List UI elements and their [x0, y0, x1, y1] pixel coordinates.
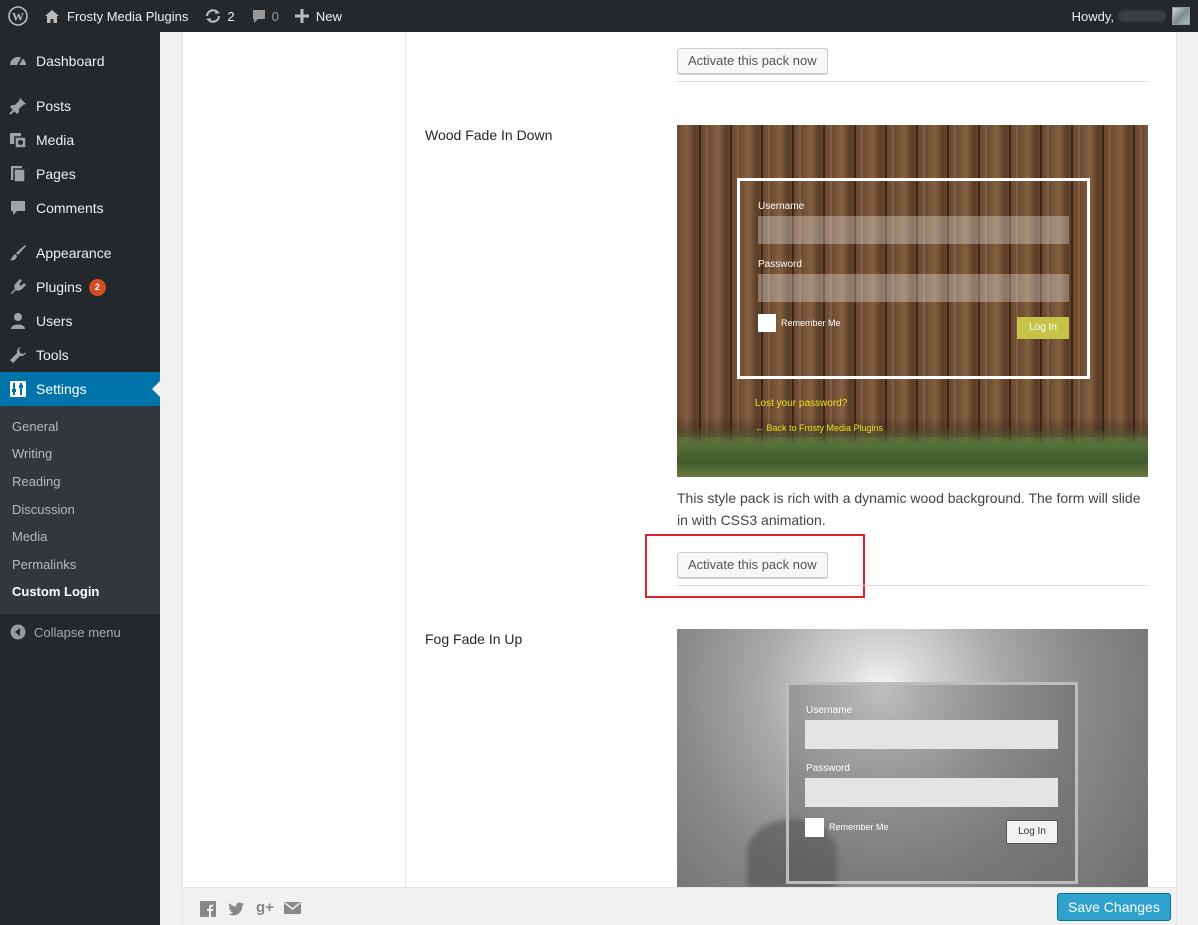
preview-lost-password-link: Lost your password? — [755, 398, 848, 409]
media-icon — [0, 131, 36, 149]
activate-previous-pack-button[interactable]: Activate this pack now — [677, 48, 828, 74]
menu-item-posts[interactable]: Posts — [0, 89, 160, 123]
preview-password-label: Password — [758, 259, 802, 270]
admin-bar: W Frosty Media Plugins 2 0 New Howdy, — [0, 0, 1198, 32]
submenu-custom-login[interactable]: Custom Login — [12, 582, 99, 602]
new-content-link[interactable]: New — [287, 0, 350, 32]
preview-remember-label: Remember Me — [829, 822, 889, 832]
menu-label: Settings — [36, 381, 87, 397]
wordpress-logo-icon[interactable]: W — [0, 0, 36, 32]
updates-link[interactable]: 2 — [196, 0, 242, 32]
avatar[interactable] — [1172, 7, 1190, 25]
preview-username-field — [758, 216, 1069, 244]
preview-password-label: Password — [806, 763, 850, 774]
divider — [677, 81, 1148, 82]
menu-item-appearance[interactable]: Appearance — [0, 236, 160, 270]
menu-item-plugins[interactable]: Plugins 2 — [0, 270, 160, 304]
menu-item-settings[interactable]: Settings — [0, 372, 160, 406]
menu-item-pages[interactable]: Pages — [0, 157, 160, 191]
menu-item-media[interactable]: Media — [0, 123, 160, 157]
preview-username-field — [805, 720, 1058, 749]
preview-username-label: Username — [806, 705, 853, 716]
svg-text:W: W — [12, 10, 24, 24]
preview-grass — [677, 427, 1148, 477]
submenu-media[interactable]: Media — [12, 527, 47, 547]
wrench-icon — [0, 346, 36, 364]
settings-footer: g+ Save Changes — [182, 887, 1177, 925]
twitter-icon[interactable] — [228, 901, 244, 917]
menu-item-comments[interactable]: Comments — [0, 191, 160, 225]
menu-label: Plugins — [36, 279, 82, 295]
settings-icon — [0, 380, 36, 398]
google-plus-icon[interactable]: g+ — [256, 900, 274, 916]
updates-icon — [204, 8, 222, 24]
menu-label: Users — [36, 313, 73, 329]
collapse-arrow-icon — [10, 624, 32, 640]
pack-description-wood: This style pack is rich with a dynamic w… — [677, 490, 1141, 528]
howdy-text: Howdy, — [1071, 8, 1114, 24]
preview-remember-label: Remember Me — [781, 318, 841, 328]
plugins-update-badge: 2 — [88, 278, 106, 296]
submenu-permalinks[interactable]: Permalinks — [12, 555, 76, 575]
pin-icon — [0, 97, 36, 115]
menu-label: Media — [36, 132, 75, 148]
menu-item-tools[interactable]: Tools — [0, 338, 160, 372]
column-divider — [405, 32, 406, 887]
submenu-writing[interactable]: Writing — [12, 444, 52, 464]
menu-label: Dashboard — [36, 53, 105, 69]
pages-icon — [0, 165, 36, 183]
save-changes-button[interactable]: Save Changes — [1057, 893, 1171, 921]
new-label: New — [315, 8, 342, 24]
comments-count: 0 — [271, 8, 279, 24]
preview-login-button: Log In — [1017, 317, 1069, 339]
menu-item-users[interactable]: Users — [0, 304, 160, 338]
preview-login-button: Log In — [1006, 820, 1058, 844]
dashboard-icon — [0, 52, 36, 70]
preview-password-field — [805, 778, 1058, 807]
plus-icon — [294, 9, 309, 23]
brush-icon — [0, 244, 36, 262]
collapse-menu-button[interactable]: Collapse menu — [0, 620, 121, 644]
admin-menu: Dashboard Posts Media Pages Comments App… — [0, 32, 160, 925]
home-icon — [44, 9, 60, 24]
comments-icon — [0, 199, 36, 217]
site-name: Frosty Media Plugins — [67, 8, 189, 24]
preview-remember-checkbox — [758, 314, 776, 332]
highlight-annotation — [645, 534, 865, 598]
my-account-link[interactable]: Howdy, — [1064, 0, 1198, 32]
preview-remember-checkbox — [805, 818, 824, 837]
site-name-link[interactable]: Frosty Media Plugins — [36, 0, 196, 32]
email-icon[interactable] — [284, 901, 301, 917]
settings-content: Activate this pack now Wood Fade In Down… — [182, 32, 1177, 887]
collapse-label: Collapse menu — [34, 624, 121, 640]
menu-label: Tools — [36, 347, 69, 363]
divider — [677, 585, 1148, 586]
preview-username-label: Username — [758, 201, 805, 212]
menu-label: Comments — [36, 200, 104, 216]
settings-submenu: General Writing Reading Discussion Media… — [0, 406, 160, 614]
submenu-reading[interactable]: Reading — [12, 472, 60, 492]
menu-label: Posts — [36, 98, 72, 114]
pack-title-wood: Wood Fade In Down — [425, 127, 553, 143]
pack-title-fog: Fog Fade In Up — [425, 631, 523, 647]
comments-link[interactable]: 0 — [243, 0, 287, 32]
submenu-general[interactable]: General — [12, 417, 58, 437]
menu-label: Appearance — [36, 245, 112, 261]
facebook-icon[interactable] — [200, 901, 216, 917]
comment-bubble-icon — [251, 9, 267, 24]
menu-label: Pages — [36, 166, 76, 182]
preview-back-link: ← Back to Frosty Media Plugins — [755, 423, 884, 433]
redacted-username — [1118, 10, 1166, 22]
preview-password-field — [758, 274, 1069, 302]
updates-count: 2 — [227, 8, 235, 24]
wood-pack-preview-image: Username Password Remember Me Log In Los… — [677, 125, 1148, 477]
fog-pack-preview-image: Username Password Remember Me Log In — [677, 629, 1148, 887]
users-icon — [0, 312, 36, 330]
submenu-discussion[interactable]: Discussion — [12, 500, 75, 520]
menu-item-dashboard[interactable]: Dashboard — [0, 44, 160, 78]
plugin-icon — [0, 278, 36, 296]
